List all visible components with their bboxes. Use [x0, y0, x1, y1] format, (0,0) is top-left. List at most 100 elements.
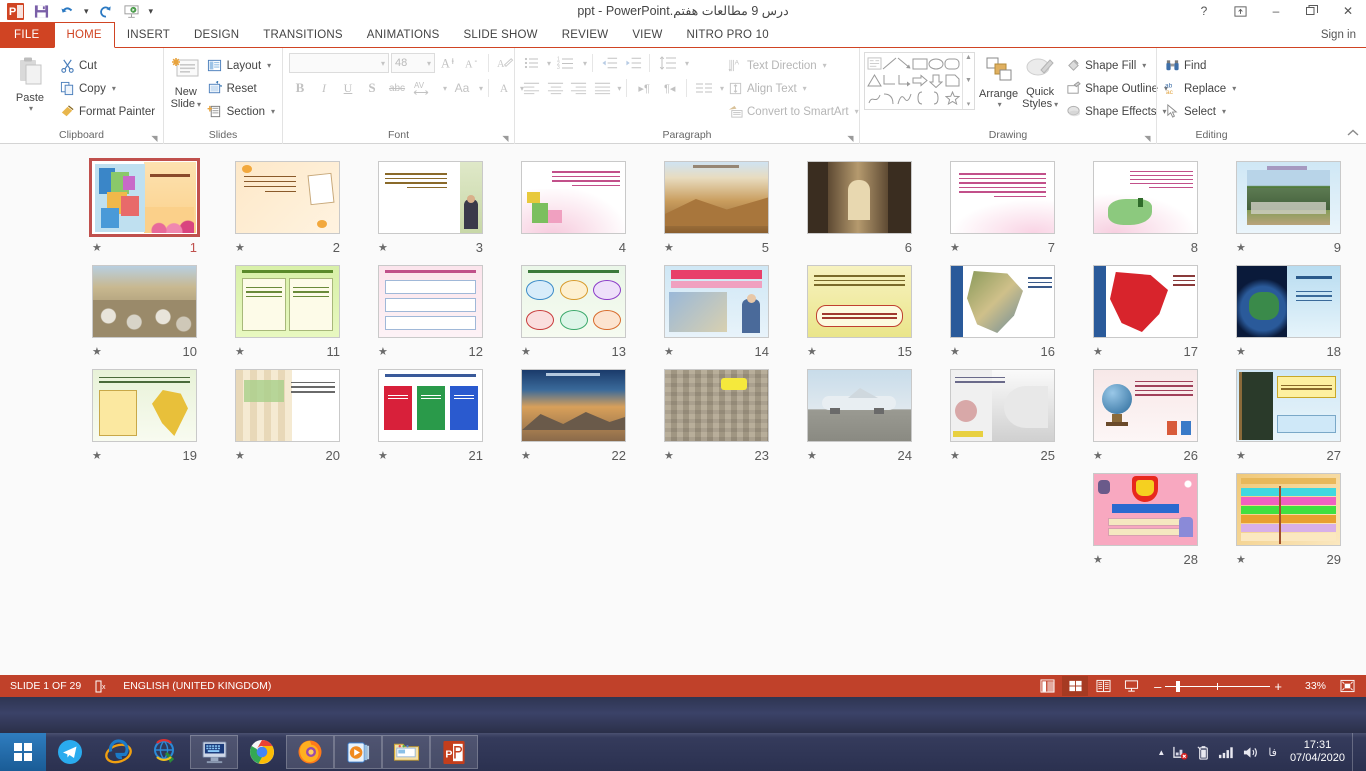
shape-rectangle-icon[interactable] — [912, 55, 928, 72]
transition-star-icon[interactable]: ★ — [235, 241, 245, 254]
layout-caret[interactable]: ▾ — [267, 61, 271, 70]
fit-slide-to-window-icon[interactable] — [1334, 676, 1360, 696]
transition-star-icon[interactable]: ★ — [950, 241, 960, 254]
paragraph-dialog-launcher[interactable]: ◥ — [846, 134, 855, 143]
slide-thumbnail-3[interactable]: ★ 3 — [359, 158, 502, 262]
select-button[interactable]: Select ▾ — [1161, 100, 1239, 123]
underline-button[interactable]: U — [337, 78, 359, 99]
collapse-ribbon-button[interactable] — [1346, 128, 1360, 141]
sign-in-link[interactable]: Sign in — [1311, 22, 1366, 47]
tab-transitions[interactable]: TRANSITIONS — [251, 22, 355, 47]
transition-star-icon[interactable]: ★ — [92, 345, 102, 358]
transition-star-icon[interactable]: ★ — [1093, 345, 1103, 358]
proofing-errors-icon[interactable]: x — [95, 680, 109, 693]
slide-thumbnail-14[interactable]: ★ 14 — [645, 262, 788, 366]
slide-thumbnail-8[interactable]: ★ 8 — [1074, 158, 1217, 262]
strikethrough-button[interactable]: abc — [385, 78, 409, 99]
shapes-more-icon[interactable]: ▾ — [967, 100, 971, 108]
slide-sorter-pane[interactable]: ★ 9 ★ 8 — [0, 144, 1366, 675]
cut-button[interactable]: Cut — [56, 54, 158, 77]
copy-button[interactable]: Copy ▾ — [56, 77, 158, 100]
slide-sorter-view-button[interactable] — [1062, 676, 1088, 696]
paste-caret[interactable]: ▾ — [29, 104, 33, 113]
powerpoint-icon[interactable]: P — [430, 735, 478, 769]
shape-elbow-arrow-icon[interactable] — [897, 72, 912, 89]
transition-star-icon[interactable]: ★ — [378, 241, 388, 254]
transition-star-icon[interactable]: ★ — [664, 241, 674, 254]
scroll-up-icon[interactable]: ▲ — [965, 54, 972, 61]
language-indicator-tray[interactable]: فا — [1266, 746, 1279, 759]
slide-thumbnail-21[interactable]: ★ 21 — [359, 366, 502, 470]
slide-thumbnail-6[interactable]: ★ 6 — [788, 158, 931, 262]
replace-button[interactable]: abac Replace ▾ — [1161, 77, 1239, 100]
arrange-button[interactable]: Arrange ▾ — [979, 52, 1018, 109]
text-shadow-button[interactable]: S — [361, 78, 383, 99]
slide-indicator[interactable]: SLIDE 1 OF 29 — [10, 680, 81, 692]
find-button[interactable]: Find — [1161, 54, 1239, 77]
google-chrome-icon[interactable] — [238, 733, 286, 771]
shapes-gallery-scrollbar[interactable]: ▲ ▼ ▾ — [962, 53, 974, 109]
slide-thumbnail-28[interactable]: ★ 28 — [1074, 470, 1217, 574]
transition-star-icon[interactable]: ★ — [1236, 553, 1246, 566]
zoom-level[interactable]: 33% — [1292, 680, 1326, 692]
convert-to-smartart-button[interactable]: Convert to SmartArt ▾ — [724, 100, 862, 123]
section-caret[interactable]: ▾ — [271, 107, 275, 116]
slide-thumbnail-23[interactable]: ★ 23 — [645, 366, 788, 470]
show-desktop-button[interactable] — [1352, 733, 1360, 771]
shape-elbow-connector-icon[interactable] — [882, 72, 897, 89]
shape-down-arrow-icon[interactable] — [928, 72, 944, 89]
italic-button[interactable]: I — [313, 78, 335, 99]
zoom-out-button[interactable]: – — [1154, 679, 1161, 694]
internet-explorer-icon[interactable] — [94, 733, 142, 771]
shape-star-icon[interactable] — [944, 90, 960, 107]
transition-star-icon[interactable]: ★ — [92, 241, 102, 254]
slide-thumbnail-16[interactable]: ★ 16 — [931, 262, 1074, 366]
clock[interactable]: 17:31 07/04/2020 — [1286, 739, 1345, 765]
transition-star-icon[interactable]: ★ — [1236, 345, 1246, 358]
transition-star-icon[interactable]: ★ — [950, 449, 960, 462]
align-right-button[interactable] — [568, 78, 590, 99]
bullets-button[interactable] — [521, 53, 543, 74]
file-explorer-icon[interactable] — [382, 735, 430, 769]
copy-caret[interactable]: ▾ — [112, 84, 116, 93]
tab-view[interactable]: VIEW — [620, 22, 674, 47]
onscreen-keyboard-icon[interactable] — [190, 735, 238, 769]
slide-thumbnail-22[interactable]: ★ 22 — [502, 366, 645, 470]
shape-arrow-icon[interactable] — [897, 55, 912, 72]
reset-button[interactable]: Reset — [204, 77, 278, 100]
shape-left-brace-icon[interactable] — [912, 90, 928, 107]
tab-animations[interactable]: ANIMATIONS — [355, 22, 452, 47]
transition-star-icon[interactable]: ★ — [521, 345, 531, 358]
slide-thumbnail-24[interactable]: ★ 24 — [788, 366, 931, 470]
slide-thumbnail-11[interactable]: ★ 11 — [216, 262, 359, 366]
tab-design[interactable]: DESIGN — [182, 22, 251, 47]
close-button[interactable]: ✕ — [1330, 0, 1366, 22]
tab-nitro-pro[interactable]: NITRO PRO 10 — [675, 22, 781, 47]
shape-textbox-icon[interactable] — [867, 55, 882, 72]
slide-thumbnail-13[interactable]: ★ 13 — [502, 262, 645, 366]
transition-star-icon[interactable]: ★ — [235, 345, 245, 358]
slide-thumbnail-10[interactable]: ★ 10 — [73, 262, 216, 366]
scroll-down-icon[interactable]: ▼ — [965, 77, 972, 84]
slide-thumbnail-20[interactable]: ★ 20 — [216, 366, 359, 470]
transition-star-icon[interactable]: ★ — [807, 345, 817, 358]
section-button[interactable]: Section ▾ — [204, 100, 278, 123]
transition-star-icon[interactable]: ★ — [1093, 449, 1103, 462]
arrange-caret[interactable]: ▾ — [998, 100, 1002, 109]
language-indicator[interactable]: ENGLISH (UNITED KINGDOM) — [123, 680, 271, 692]
transition-star-icon[interactable]: ★ — [1236, 449, 1246, 462]
new-slide-button[interactable]: NewSlide▾ — [168, 52, 204, 111]
zoom-track[interactable] — [1165, 686, 1270, 687]
font-color-button[interactable]: A — [494, 78, 516, 99]
media-player-icon[interactable] — [334, 735, 382, 769]
slide-thumbnail-26[interactable]: ★ 26 — [1074, 366, 1217, 470]
transition-star-icon[interactable]: ★ — [235, 449, 245, 462]
zoom-handle[interactable] — [1176, 681, 1180, 692]
increase-font-size-button[interactable]: A — [437, 53, 459, 74]
slide-thumbnail-29[interactable]: ★ 29 — [1217, 470, 1360, 574]
justify-button[interactable] — [592, 78, 614, 99]
drawing-dialog-launcher[interactable]: ◥ — [1143, 134, 1152, 143]
line-spacing-button[interactable] — [655, 53, 681, 74]
start-button[interactable] — [0, 733, 46, 771]
align-text-button[interactable]: Align Text ▾ — [724, 77, 862, 100]
